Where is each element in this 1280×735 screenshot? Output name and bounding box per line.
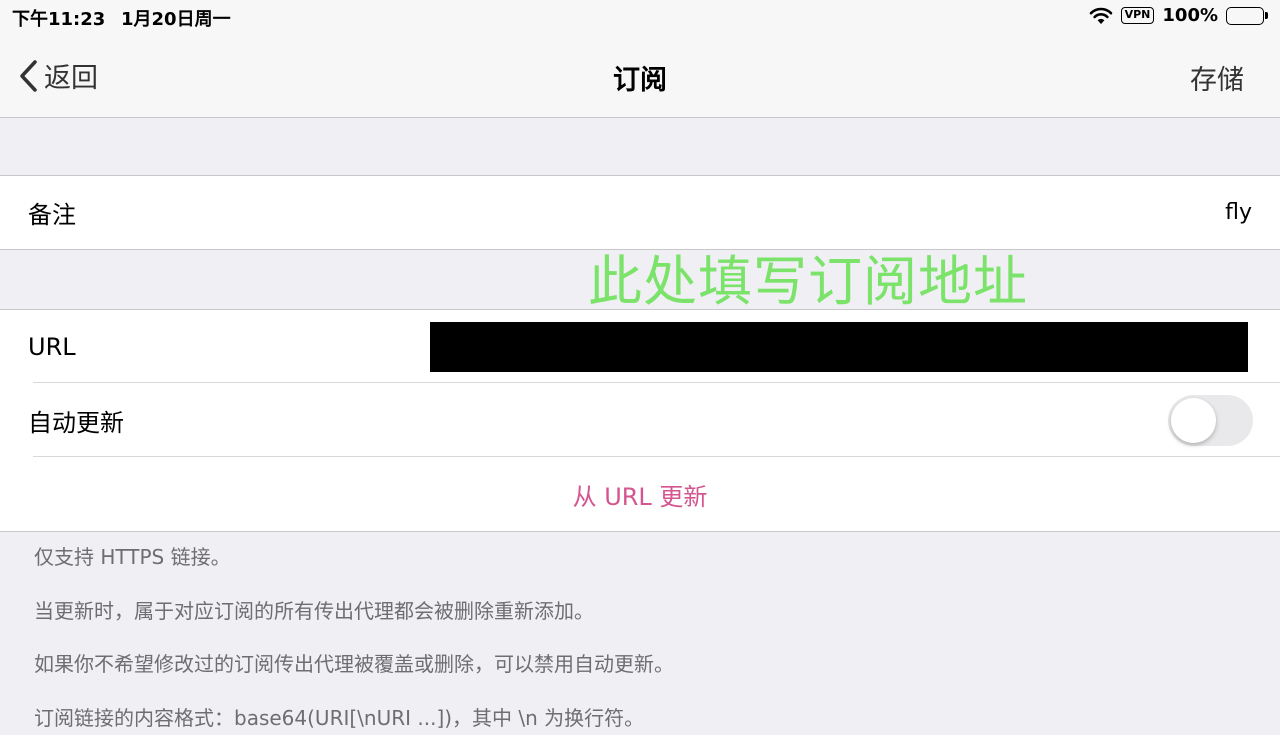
status-bar: 下午11:23 1月20日周一 VPN 100% [0, 0, 1280, 34]
auto-update-row: 自动更新 [0, 383, 1280, 457]
save-button[interactable]: 存储 [1190, 58, 1244, 97]
nav-bar: 返回 订阅 存储 [0, 34, 1280, 118]
vpn-badge: VPN [1120, 7, 1155, 24]
status-time: 下午11:23 [12, 9, 106, 30]
url-group: URL 自动更新 从 URL 更新 [0, 309, 1280, 532]
url-label: URL [28, 332, 76, 361]
url-input[interactable] [430, 322, 1248, 372]
screen: 下午11:23 1月20日周一 VPN 100% 返回 订阅 存储 备注 fly… [0, 0, 1280, 735]
url-row: URL [0, 310, 1280, 383]
page-title: 订阅 [613, 65, 667, 96]
toggle-knob [1171, 398, 1216, 443]
footer-notes: 仅支持 HTTPS 链接。 当更新时，属于对应订阅的所有传出代理都会被删除重新添… [34, 544, 1254, 735]
footer-note: 订阅链接的内容格式：base64(URI[\nURI ...])，其中 \n 为… [34, 705, 645, 730]
footer-note: 如果你不希望修改过的订阅传出代理被覆盖或删除，可以禁用自动更新。 [34, 652, 674, 676]
update-from-url-button[interactable]: 从 URL 更新 [0, 457, 1280, 531]
auto-update-label: 自动更新 [28, 408, 124, 437]
auto-update-toggle[interactable] [1168, 395, 1253, 446]
footer-note: 仅支持 HTTPS 链接。 [34, 545, 231, 569]
battery-icon [1226, 6, 1268, 25]
status-date: 1月20日周一 [121, 9, 231, 30]
remark-label: 备注 [28, 201, 76, 229]
battery-percent: 100% [1162, 5, 1218, 26]
remark-value: fly [1225, 200, 1252, 225]
annotation-text: 此处填写订阅地址 [588, 250, 1028, 313]
wifi-icon [1089, 7, 1113, 25]
footer-note: 当更新时，属于对应订阅的所有传出代理都会被删除重新添加。 [34, 598, 594, 623]
status-indicators: VPN 100% [1089, 5, 1268, 26]
